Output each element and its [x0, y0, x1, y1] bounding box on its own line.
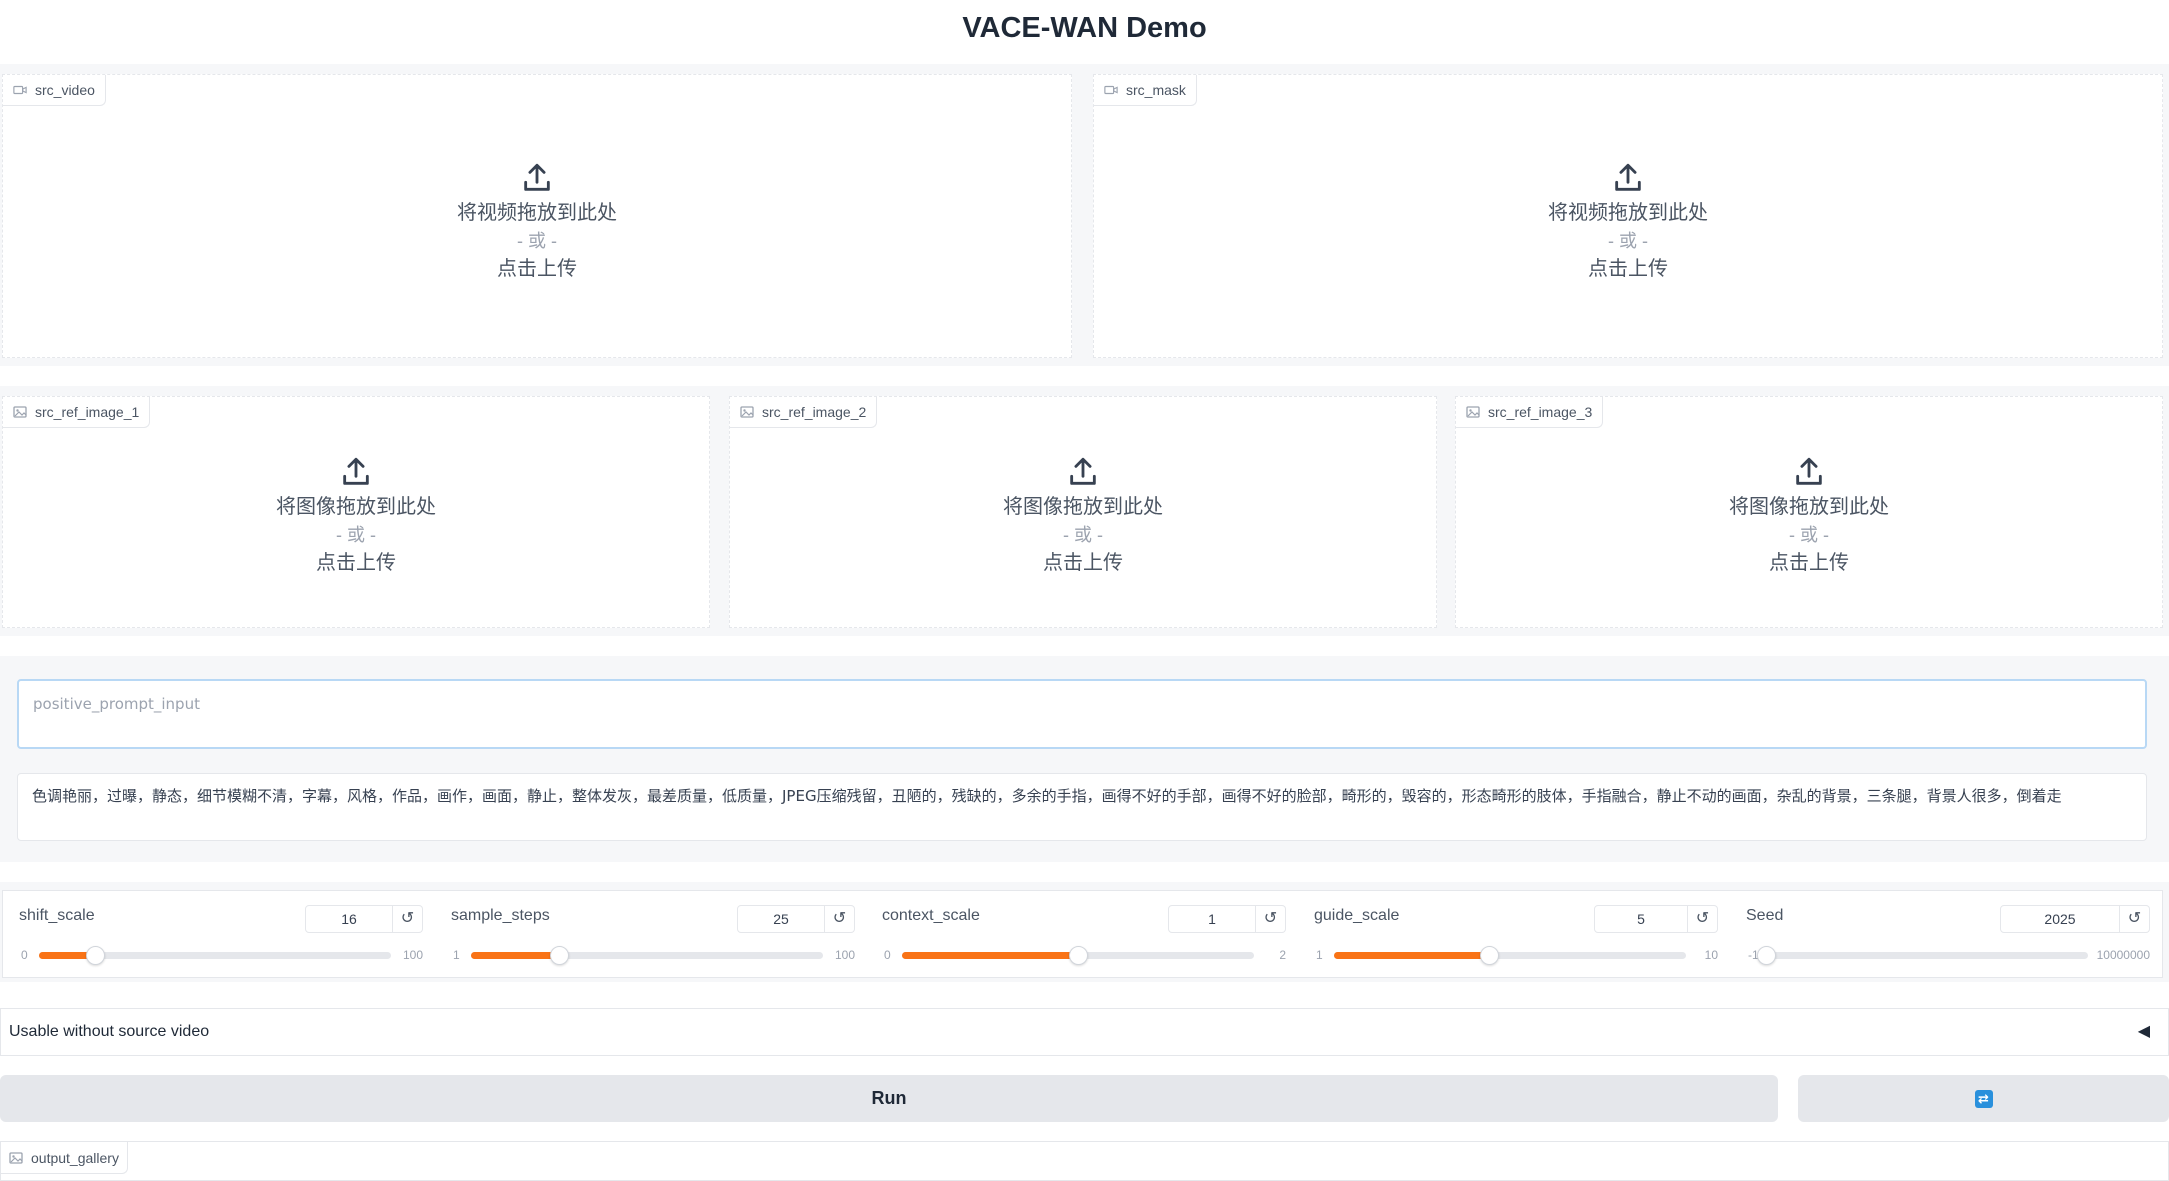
image-icon [13, 406, 27, 418]
or-text: - 或 - [1094, 227, 2162, 255]
positive-prompt-input[interactable] [17, 679, 2147, 749]
reset-icon[interactable]: ↺ [2120, 905, 2150, 933]
slider-max-label: 100 [403, 947, 423, 963]
slider-label: guide_scale [1314, 907, 1399, 925]
slider-sample-steps: sample_steps 25↺ 1 100 [451, 891, 855, 977]
output-gallery-label-text: output_gallery [31, 1150, 119, 1166]
reset-icon[interactable]: ↺ [393, 905, 423, 933]
slider-track[interactable] [1766, 952, 2088, 959]
click-upload-text: 点击上传 [1094, 255, 2162, 283]
slider-label: context_scale [882, 907, 980, 925]
src-ref-image-1-upload[interactable]: src_ref_image_1 将图像拖放到此处 - 或 - 点击上传 [2, 396, 710, 628]
slider-track[interactable] [902, 952, 1254, 959]
reset-icon[interactable]: ↺ [825, 905, 855, 933]
accordion-label: Usable without source video [9, 1023, 209, 1041]
src-video-label: src_video [3, 75, 106, 106]
slider-number-input[interactable]: 1 [1168, 905, 1256, 933]
video-camera-icon [13, 84, 27, 96]
src-video-upload[interactable]: src_video 将视频拖放到此处 - 或 - 点击上传 [2, 74, 1072, 358]
run-button[interactable]: Run [0, 1075, 1778, 1122]
slider-thumb[interactable] [550, 946, 569, 965]
ref1-label-text: src_ref_image_1 [35, 404, 139, 420]
slider-label: Seed [1746, 907, 1783, 925]
slider-min-label: 0 [884, 947, 891, 963]
slider-label: sample_steps [451, 907, 550, 925]
or-text: - 或 - [3, 521, 709, 549]
refresh-button[interactable]: ⇄ [1798, 1075, 2169, 1122]
usable-without-source-accordion[interactable]: Usable without source video ◀ [0, 1008, 2169, 1056]
click-upload-text: 点击上传 [730, 549, 1436, 577]
slider-thumb[interactable] [1069, 946, 1088, 965]
click-upload-text: 点击上传 [3, 549, 709, 577]
collapse-arrow-icon: ◀ [2138, 1021, 2150, 1041]
click-upload-text: 点击上传 [1456, 549, 2162, 577]
slider-shift-scale: shift_scale 16↺ 0 100 [19, 891, 423, 977]
reset-icon[interactable]: ↺ [1256, 905, 1286, 933]
slider-label: shift_scale [19, 907, 95, 925]
upload-icon [1611, 161, 1645, 195]
slider-fill [902, 952, 1078, 959]
drop-video-text: 将视频拖放到此处 [1094, 199, 2162, 227]
page-title: VACE-WAN Demo [0, 8, 2169, 48]
slider-thumb[interactable] [1757, 946, 1776, 965]
slider-max-label: 100 [835, 947, 855, 963]
reset-icon[interactable]: ↺ [1688, 905, 1718, 933]
slider-panel: shift_scale16↺0100sample_steps25↺1100con… [2, 890, 2163, 978]
src-mask-upload[interactable]: src_mask 将视频拖放到此处 - 或 - 点击上传 [1093, 74, 2163, 358]
drop-image-text: 将图像拖放到此处 [1456, 493, 2162, 521]
slider-max-label: 10000000 [2097, 947, 2150, 963]
output-gallery-label: output_gallery [1, 1142, 128, 1174]
slider-number-input[interactable]: 16 [305, 905, 393, 933]
slider-min-label: 1 [453, 947, 460, 963]
upload-icon [520, 161, 554, 195]
ref1-label: src_ref_image_1 [3, 397, 150, 428]
video-camera-icon [1104, 84, 1118, 96]
src-video-label-text: src_video [35, 82, 95, 98]
image-icon [740, 406, 754, 418]
ref3-label: src_ref_image_3 [1456, 397, 1603, 428]
ref3-label-text: src_ref_image_3 [1488, 404, 1592, 420]
slider-number-input[interactable]: 5 [1594, 905, 1688, 933]
src-ref-image-3-upload[interactable]: src_ref_image_3 将图像拖放到此处 - 或 - 点击上传 [1455, 396, 2163, 628]
src-ref-image-2-upload[interactable]: src_ref_image_2 将图像拖放到此处 - 或 - 点击上传 [729, 396, 1437, 628]
slider-fill [1334, 952, 1489, 959]
output-gallery: output_gallery [0, 1141, 2169, 1181]
slider-thumb[interactable] [86, 946, 105, 965]
slider-guide-scale: guide_scale 5↺ 1 10 [1314, 891, 1718, 977]
slider-track[interactable] [1334, 952, 1686, 959]
or-text: - 或 - [3, 227, 1071, 255]
slider-number-input[interactable]: 2025 [2000, 905, 2120, 933]
drop-video-text: 将视频拖放到此处 [3, 199, 1071, 227]
slider-max-label: 10 [1705, 947, 1718, 963]
click-upload-text: 点击上传 [3, 255, 1071, 283]
slider-fill [471, 952, 559, 959]
slider-seed: Seed2025↺-110000000 [1746, 891, 2150, 977]
or-text: - 或 - [1456, 521, 2162, 549]
negative-prompt-input[interactable]: 色调艳丽，过曝，静态，细节模糊不清，字幕，风格，作品，画作，画面，静止，整体发灰… [17, 773, 2147, 841]
slider-track[interactable] [39, 952, 391, 959]
or-text: - 或 - [730, 521, 1436, 549]
slider-max-label: 2 [1279, 947, 1286, 963]
image-icon [9, 1152, 23, 1164]
slider-min-label: 1 [1316, 947, 1323, 963]
ref2-label-text: src_ref_image_2 [762, 404, 866, 420]
drop-image-text: 将图像拖放到此处 [730, 493, 1436, 521]
src-mask-label-text: src_mask [1126, 82, 1186, 98]
upload-icon [1066, 455, 1100, 489]
slider-min-label: 0 [21, 947, 28, 963]
image-icon [1466, 406, 1480, 418]
drop-image-text: 将图像拖放到此处 [3, 493, 709, 521]
src-mask-label: src_mask [1094, 75, 1197, 106]
slider-number-input[interactable]: 25 [737, 905, 825, 933]
upload-icon [339, 455, 373, 489]
upload-icon [1792, 455, 1826, 489]
slider-track[interactable] [471, 952, 823, 959]
ref2-label: src_ref_image_2 [730, 397, 877, 428]
slider-thumb[interactable] [1480, 946, 1499, 965]
refresh-icon: ⇄ [1975, 1090, 1993, 1108]
slider-context-scale: context_scale 1↺ 0 2 [882, 891, 1286, 977]
